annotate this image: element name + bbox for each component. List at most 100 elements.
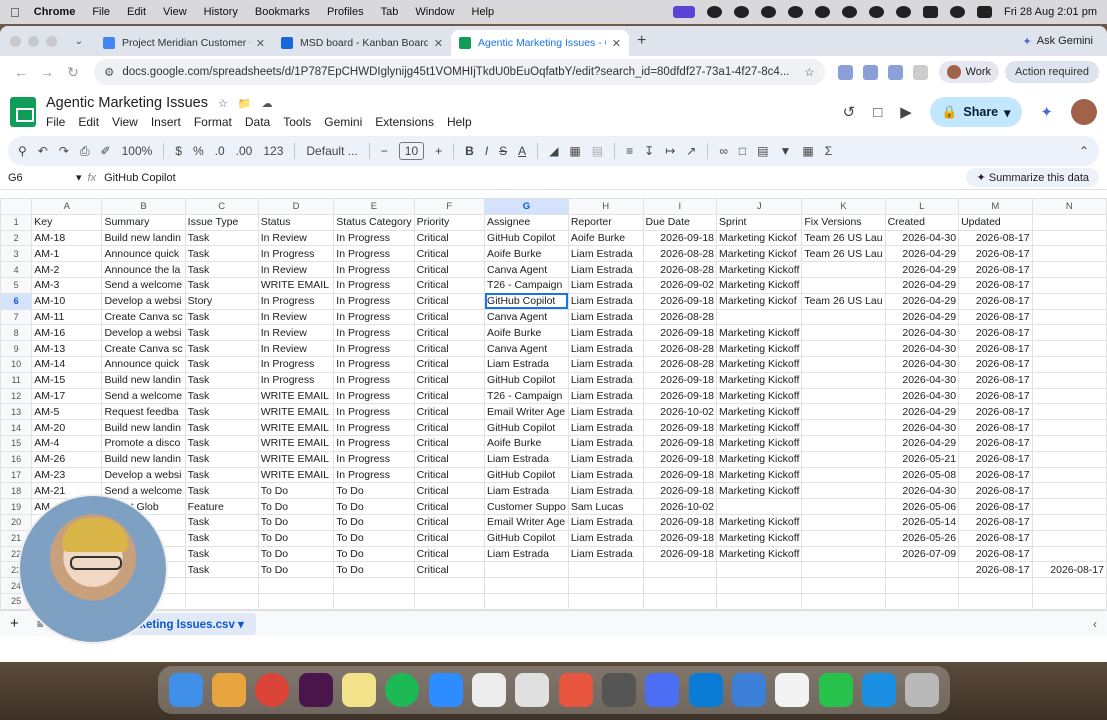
row-header[interactable]: 3 xyxy=(0,245,33,263)
cell[interactable]: Liam Estrada xyxy=(567,324,644,342)
column-header[interactable]: B xyxy=(101,198,186,215)
profile-button[interactable]: Work xyxy=(938,61,999,83)
cell[interactable]: 2026-04-30 xyxy=(884,371,960,389)
wifi-icon[interactable] xyxy=(869,6,885,18)
column-header[interactable]: C xyxy=(184,198,259,215)
zoom-icon[interactable] xyxy=(428,673,463,707)
cell[interactable]: Aoife Burke xyxy=(484,324,569,342)
tab-search-chevron-icon[interactable]: ⌄ xyxy=(71,36,87,47)
tab-agentic-marketing[interactable]: Agentic Marketing Issues - G ✕ xyxy=(451,30,629,56)
cell[interactable]: 2026-08-17 xyxy=(958,292,1033,310)
ask-gemini-button[interactable]: ✦ Ask Gemini xyxy=(1023,35,1093,48)
spotify-icon[interactable] xyxy=(385,673,420,707)
cell[interactable]: Critical xyxy=(413,324,486,342)
cell[interactable]: 2026-04-29 xyxy=(884,261,960,278)
key-icon[interactable] xyxy=(788,6,804,18)
column-header[interactable]: K xyxy=(801,198,886,215)
cell[interactable] xyxy=(1031,498,1107,515)
cell[interactable]: 2026-08-17 xyxy=(958,419,1033,436)
cell[interactable]: Assignee xyxy=(484,213,569,231)
cell[interactable]: Marketing Kickof xyxy=(716,245,803,263)
formula-input[interactable]: GitHub Copilot xyxy=(104,172,176,184)
row-header[interactable]: 7 xyxy=(0,308,33,326)
cell[interactable]: Task xyxy=(184,355,259,373)
cell[interactable] xyxy=(333,577,415,594)
column-header[interactable]: G xyxy=(484,198,569,215)
cell[interactable]: Marketing Kickoff xyxy=(716,340,803,357)
cell[interactable]: Marketing Kickoff xyxy=(716,482,803,500)
column-header[interactable]: H xyxy=(567,198,644,215)
battery-icon[interactable] xyxy=(923,6,939,18)
cell[interactable]: In Review xyxy=(257,324,335,342)
cell[interactable]: Critical xyxy=(413,340,486,357)
row-header[interactable]: 5 xyxy=(0,276,33,294)
row-header[interactable]: 9 xyxy=(0,340,33,357)
cell[interactable] xyxy=(801,529,886,547)
cell[interactable] xyxy=(884,561,960,579)
cell[interactable]: Marketing Kickoff xyxy=(716,513,803,531)
cell[interactable] xyxy=(567,561,644,579)
cell[interactable]: To Do xyxy=(333,545,415,563)
cell[interactable]: Summary xyxy=(101,213,186,231)
close-window-button[interactable] xyxy=(10,35,21,47)
cell[interactable] xyxy=(1031,482,1107,500)
cell[interactable] xyxy=(1031,403,1107,421)
cell[interactable]: In Progress xyxy=(333,308,415,326)
fill-color-icon[interactable]: ◢ xyxy=(549,144,558,158)
comments-icon[interactable]: □ xyxy=(873,104,882,121)
percent-format-button[interactable]: % xyxy=(193,144,204,158)
cell[interactable] xyxy=(257,592,335,610)
cell[interactable]: Critical xyxy=(413,498,486,515)
cell[interactable] xyxy=(801,371,886,389)
zoom-window-button[interactable] xyxy=(46,35,57,47)
cell[interactable] xyxy=(567,592,644,610)
cell[interactable] xyxy=(801,308,886,326)
cell[interactable]: Marketing Kickof xyxy=(716,292,803,310)
forward-icon[interactable]: → xyxy=(34,64,60,80)
app-icon[interactable] xyxy=(558,673,593,707)
cell[interactable]: Team 26 US Lau xyxy=(801,292,886,310)
cell[interactable]: 2026-04-29 xyxy=(884,292,960,310)
cell[interactable]: Marketing Kickoff xyxy=(716,276,803,294)
cell[interactable]: Marketing Kickoff xyxy=(716,545,803,563)
menu-view[interactable]: View xyxy=(163,6,187,18)
cell[interactable]: AM-2 xyxy=(31,261,103,278)
move-folder-icon[interactable]: 📁 xyxy=(238,97,252,110)
insert-link-icon[interactable]: ∞ xyxy=(719,144,728,158)
cell[interactable]: Request feedba xyxy=(101,403,186,421)
menu-app-name[interactable]: Chrome xyxy=(34,6,76,18)
document-icon[interactable] xyxy=(775,673,810,707)
close-tab-icon[interactable]: ✕ xyxy=(256,37,265,50)
menubar-clock[interactable]: Fri 28 Aug 2:01 pm xyxy=(1004,6,1097,18)
cell[interactable]: 2026-08-17 xyxy=(958,371,1033,389)
cell[interactable]: Critical xyxy=(413,292,486,310)
currency-format-button[interactable]: $ xyxy=(175,144,182,158)
cell[interactable] xyxy=(1031,466,1107,484)
apple-icon[interactable]:  xyxy=(10,5,20,20)
row-header[interactable]: 19 xyxy=(0,498,33,515)
increase-decimal-button[interactable]: .00 xyxy=(236,144,253,158)
cell[interactable]: 2026-09-18 xyxy=(642,482,718,500)
cell[interactable]: Liam Estrada xyxy=(567,276,644,294)
cell[interactable] xyxy=(1031,229,1107,247)
cell[interactable]: 2026-09-18 xyxy=(642,513,718,531)
cell[interactable]: Task xyxy=(184,261,259,278)
cell[interactable]: 2026-04-29 xyxy=(884,403,960,421)
font-size-input[interactable]: 10 xyxy=(398,142,425,160)
cell[interactable]: 2026-08-17 xyxy=(958,482,1033,500)
cell[interactable] xyxy=(484,577,569,594)
cell[interactable]: AM-17 xyxy=(31,387,103,405)
docs-menu-help[interactable]: Help xyxy=(447,115,472,129)
cell[interactable]: WRITE EMAIL xyxy=(257,419,335,436)
cell[interactable] xyxy=(801,261,886,278)
app-icon[interactable] xyxy=(731,673,766,707)
cell[interactable]: AM-5 xyxy=(31,403,103,421)
cell[interactable]: Aoife Burke xyxy=(484,434,569,452)
cell[interactable]: Develop a websi xyxy=(101,292,186,310)
merge-cells-icon[interactable]: ▤ xyxy=(592,144,603,158)
cell[interactable]: Liam Estrada xyxy=(567,245,644,263)
insert-comment-icon[interactable]: □ xyxy=(739,144,746,158)
cell[interactable]: Aoife Burke xyxy=(567,229,644,247)
moon-icon[interactable] xyxy=(842,6,858,18)
cell[interactable]: Announce quick xyxy=(101,245,186,263)
